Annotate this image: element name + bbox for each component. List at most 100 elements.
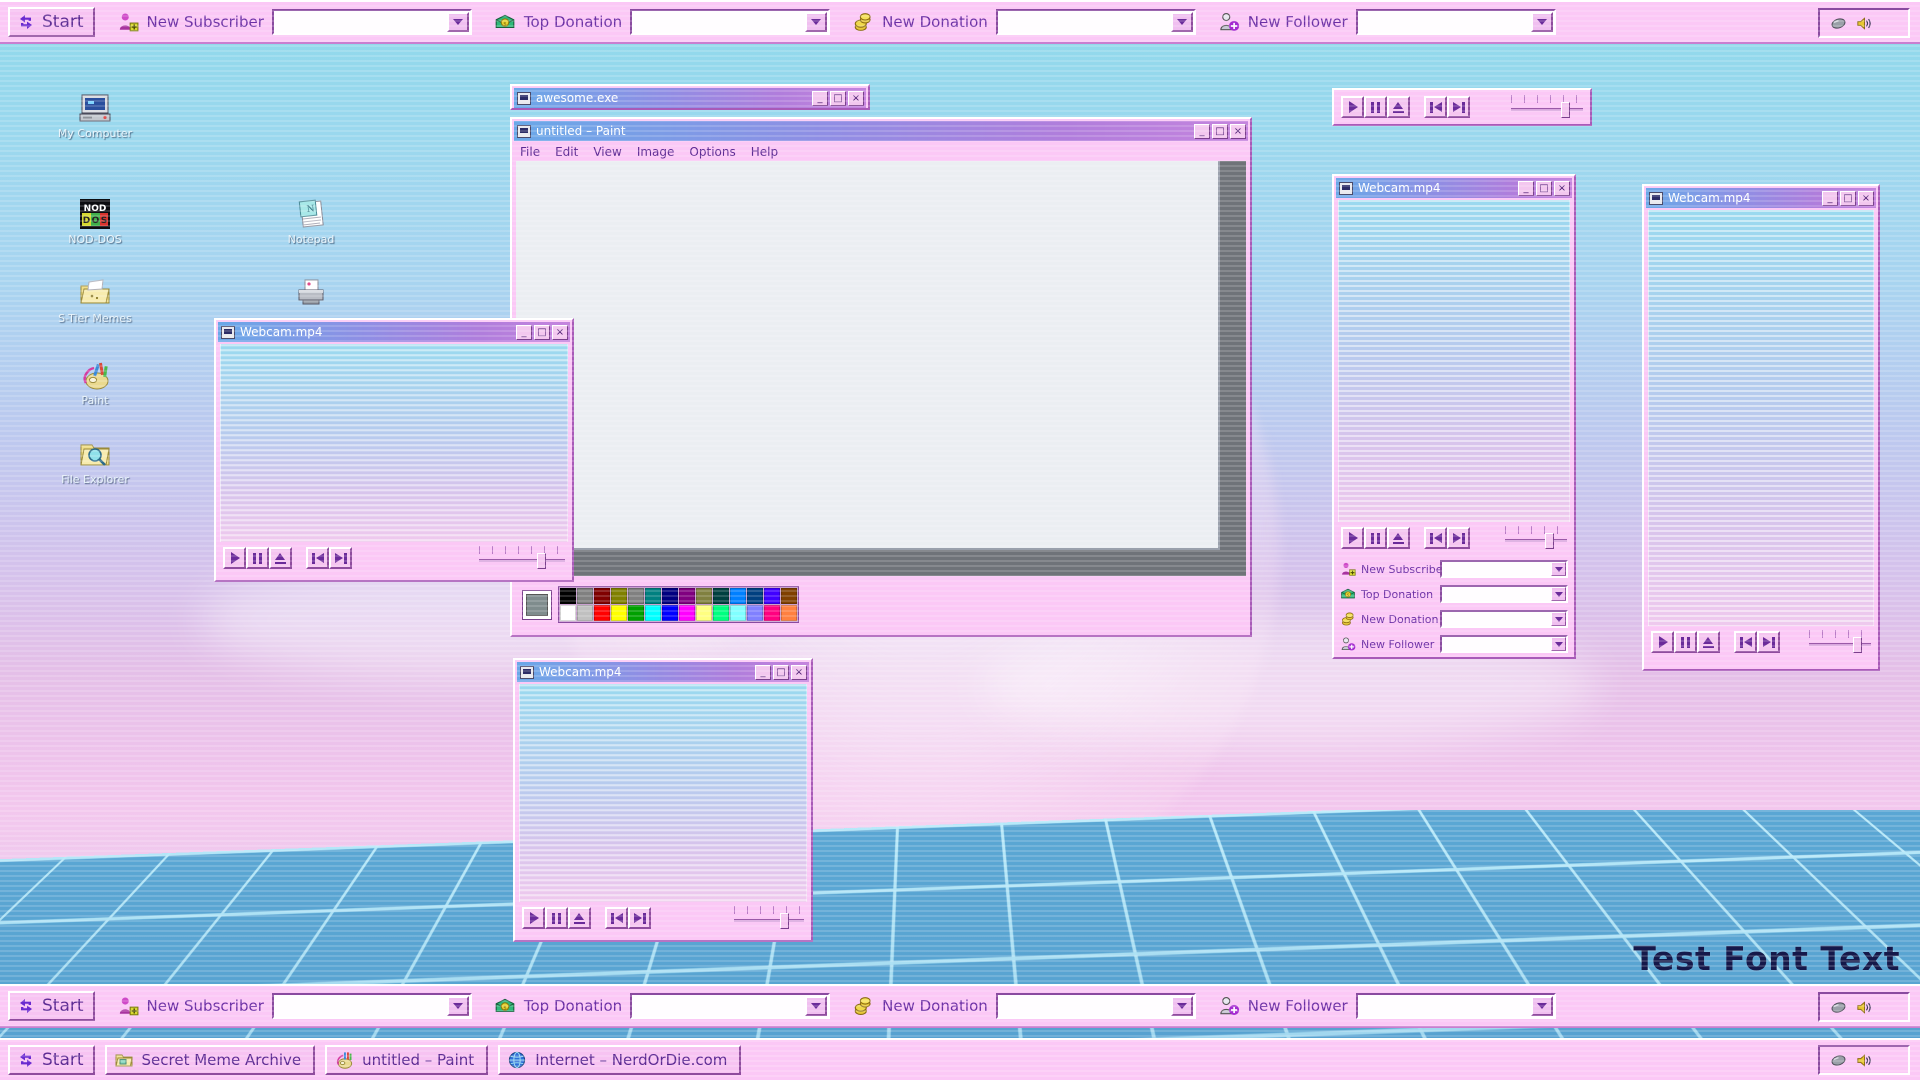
menu-help[interactable]: Help	[751, 145, 778, 159]
chevron-down-icon[interactable]	[1531, 996, 1553, 1016]
desktop-icon-notepad[interactable]: N Notepad	[268, 198, 354, 246]
menu-view[interactable]: View	[593, 145, 621, 159]
next-button[interactable]	[329, 547, 352, 569]
minimize-button[interactable]: _	[755, 665, 771, 680]
chevron-down-icon[interactable]	[1551, 587, 1566, 601]
alert-slot-combobox[interactable]	[1356, 9, 1556, 35]
volume-slider[interactable]	[734, 906, 804, 930]
volume-slider[interactable]	[479, 546, 565, 570]
side-alert-combobox[interactable]	[1440, 635, 1568, 653]
window-webcam-center[interactable]: Webcam.mp4 _ □ ×	[513, 658, 813, 942]
palette-swatch[interactable]	[764, 605, 780, 621]
alert-slot-combobox[interactable]	[996, 993, 1196, 1019]
palette-swatch[interactable]	[730, 588, 746, 604]
palette-swatch[interactable]	[747, 588, 763, 604]
palette-swatch[interactable]	[747, 605, 763, 621]
pause-button[interactable]	[246, 547, 269, 569]
chevron-down-icon[interactable]	[1551, 562, 1566, 576]
eject-button[interactable]	[568, 907, 591, 929]
close-button[interactable]: ×	[1230, 124, 1246, 139]
paint-canvas[interactable]	[516, 161, 1246, 576]
window-webcam-right-a[interactable]: Webcam.mp4 _ □ × New Subscriber $ Top Do…	[1332, 174, 1576, 659]
eject-button[interactable]	[1697, 631, 1720, 653]
pause-button[interactable]	[1674, 631, 1697, 653]
palette-swatch[interactable]	[645, 588, 661, 604]
desktop-icon-nod-dos[interactable]: NOD D O S NOD-DOS	[52, 198, 138, 246]
maximize-button[interactable]: □	[534, 325, 550, 340]
minimize-button[interactable]: _	[1518, 181, 1534, 196]
eject-button[interactable]	[1387, 527, 1410, 549]
palette-swatch[interactable]	[560, 605, 576, 621]
palette-swatch[interactable]	[679, 605, 695, 621]
maximize-button[interactable]: □	[830, 91, 846, 106]
slider-knob[interactable]	[1561, 102, 1570, 118]
chevron-down-icon[interactable]	[447, 12, 469, 32]
chevron-down-icon[interactable]	[805, 996, 827, 1016]
previous-button[interactable]	[306, 547, 329, 569]
menu-edit[interactable]: Edit	[555, 145, 578, 159]
taskbar-button[interactable]: Internet – NerdOrDie.com	[498, 1045, 741, 1075]
palette-swatch[interactable]	[594, 588, 610, 604]
palette-swatch[interactable]	[713, 588, 729, 604]
window-webcam-right-b[interactable]: Webcam.mp4 _ □ ×	[1642, 184, 1880, 671]
chevron-down-icon[interactable]	[1171, 12, 1193, 32]
alert-slot-combobox[interactable]	[630, 993, 830, 1019]
slider-knob[interactable]	[780, 913, 789, 929]
eject-button[interactable]	[1387, 96, 1410, 118]
palette-swatch[interactable]	[628, 605, 644, 621]
desktop-icon-s-tier-memes[interactable]: S-Tier Memes	[52, 277, 138, 325]
previous-button[interactable]	[605, 907, 628, 929]
alert-slot-combobox[interactable]	[272, 993, 472, 1019]
palette-swatch[interactable]	[645, 605, 661, 621]
next-button[interactable]	[628, 907, 651, 929]
alert-slot-combobox[interactable]	[996, 9, 1196, 35]
taskbar-start-button[interactable]: Start	[8, 1045, 95, 1075]
play-button[interactable]	[1341, 96, 1364, 118]
palette-swatch[interactable]	[696, 588, 712, 604]
alert-slot-combobox[interactable]	[630, 9, 830, 35]
close-button[interactable]: ×	[848, 91, 864, 106]
play-button[interactable]	[223, 547, 246, 569]
chevron-down-icon[interactable]	[1531, 12, 1553, 32]
menu-file[interactable]: File	[520, 145, 540, 159]
next-button[interactable]	[1757, 631, 1780, 653]
palette-swatch[interactable]	[781, 605, 797, 621]
pause-button[interactable]	[1364, 96, 1387, 118]
taskbar-button[interactable]: untitled – Paint	[325, 1045, 488, 1075]
window-paint[interactable]: untitled – Paint _ □ × File Edit View Im…	[510, 117, 1252, 637]
paint-canvas-sheet[interactable]	[516, 161, 1220, 550]
palette-swatch[interactable]	[628, 588, 644, 604]
window-titlebar[interactable]: awesome.exe _ □ ×	[514, 88, 866, 108]
slider-knob[interactable]	[1545, 533, 1554, 549]
minimize-button[interactable]: _	[1194, 124, 1210, 139]
volume-slider[interactable]	[1809, 630, 1871, 654]
close-button[interactable]: ×	[1858, 191, 1874, 206]
maximize-button[interactable]: □	[1212, 124, 1228, 139]
floating-media-player[interactable]	[1332, 88, 1592, 126]
play-button[interactable]	[1341, 527, 1364, 549]
close-button[interactable]: ×	[1554, 181, 1570, 196]
desktop-icon-my-computer[interactable]: My Computer	[52, 92, 138, 140]
menu-image[interactable]: Image	[637, 145, 675, 159]
side-alert-combobox[interactable]	[1440, 560, 1568, 578]
next-button[interactable]	[1447, 96, 1470, 118]
palette-swatch[interactable]	[577, 588, 593, 604]
top-bar-start-button[interactable]: Start	[8, 7, 95, 37]
window-webcam-left[interactable]: Webcam.mp4 _ □ ×	[214, 318, 574, 582]
side-alert-combobox[interactable]	[1440, 610, 1568, 628]
close-button[interactable]: ×	[791, 665, 807, 680]
volume-slider[interactable]	[1511, 95, 1583, 119]
palette-swatch[interactable]	[679, 588, 695, 604]
side-alert-combobox[interactable]	[1440, 585, 1568, 603]
desktop-icon-paint[interactable]: Paint	[52, 359, 138, 407]
palette-swatch[interactable]	[764, 588, 780, 604]
chevron-down-icon[interactable]	[805, 12, 827, 32]
palette-swatch[interactable]	[611, 588, 627, 604]
palette-swatch[interactable]	[560, 588, 576, 604]
palette-swatch[interactable]	[730, 605, 746, 621]
window-titlebar[interactable]: untitled – Paint _ □ ×	[514, 121, 1248, 141]
play-button[interactable]	[1651, 631, 1674, 653]
volume-slider[interactable]	[1505, 526, 1567, 550]
palette-swatch[interactable]	[611, 605, 627, 621]
maximize-button[interactable]: □	[773, 665, 789, 680]
